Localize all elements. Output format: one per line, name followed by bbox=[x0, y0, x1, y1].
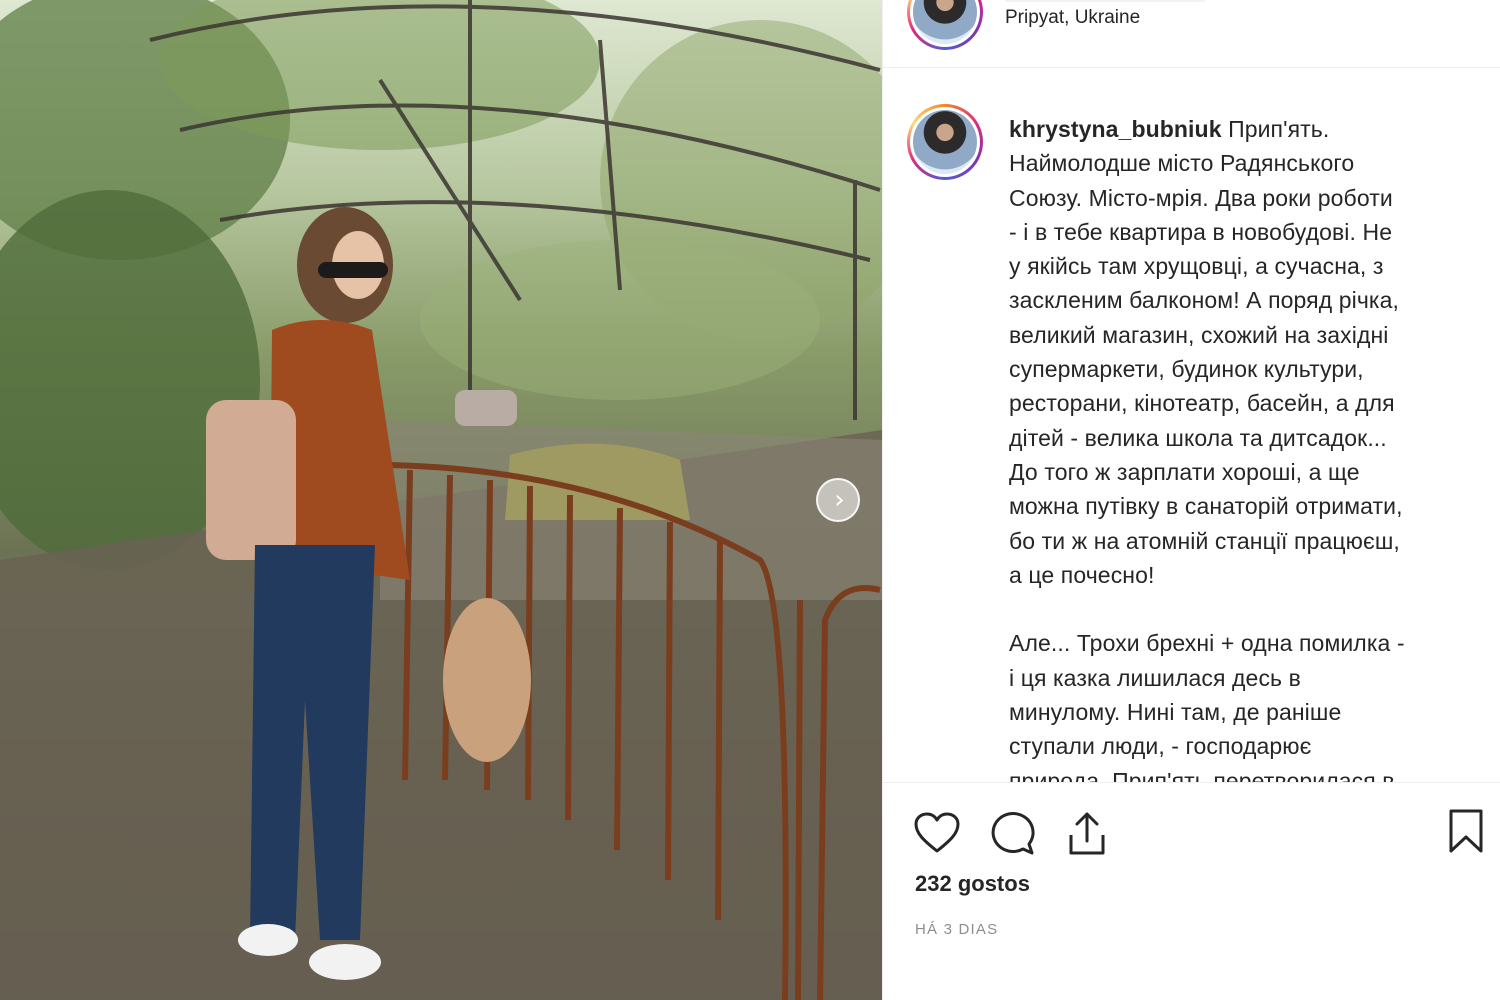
heart-icon bbox=[914, 812, 960, 853]
photo-illustration bbox=[0, 0, 882, 1000]
save-button[interactable] bbox=[1447, 807, 1485, 860]
caption-text: khrystyna_bubniuk Прип'ять. Наймолодше м… bbox=[1009, 112, 1479, 782]
avatar-image bbox=[913, 110, 977, 174]
location-link[interactable]: Pripyat, Ukraine bbox=[1005, 7, 1140, 29]
bookmark-icon bbox=[1449, 809, 1483, 853]
post-side-panel: Pripyat, Ukraine khrystyna_bubniuk Прип'… bbox=[882, 0, 1500, 1000]
chevron-right-icon: › bbox=[834, 485, 845, 515]
post-photo[interactable]: › bbox=[0, 0, 882, 1000]
instagram-post: › Pripyat, Ukraine khrystyna_bubniuk При… bbox=[0, 0, 1500, 1000]
header-avatar[interactable] bbox=[907, 0, 983, 50]
next-photo-button[interactable]: › bbox=[816, 478, 860, 522]
caption-avatar[interactable] bbox=[907, 104, 983, 180]
like-button[interactable] bbox=[913, 811, 961, 860]
avatar-image bbox=[913, 0, 977, 44]
post-actions: 232 gostos HÁ 3 DIAS bbox=[883, 782, 1500, 1000]
caption-body: Прип'ять. Наймолодше місто Радянського С… bbox=[1009, 116, 1405, 782]
post-header: Pripyat, Ukraine bbox=[883, 0, 1500, 68]
share-button[interactable] bbox=[1065, 809, 1109, 862]
post-timestamp[interactable]: HÁ 3 DIAS bbox=[915, 921, 998, 938]
comment-icon bbox=[991, 812, 1035, 855]
header-username-cropped bbox=[1005, 0, 1205, 2]
caption-area: khrystyna_bubniuk Прип'ять. Наймолодше м… bbox=[883, 68, 1500, 782]
comment-button[interactable] bbox=[989, 810, 1037, 861]
caption-username[interactable]: khrystyna_bubniuk bbox=[1009, 116, 1222, 142]
share-icon bbox=[1069, 812, 1105, 855]
like-count[interactable]: 232 gostos bbox=[915, 871, 1030, 897]
